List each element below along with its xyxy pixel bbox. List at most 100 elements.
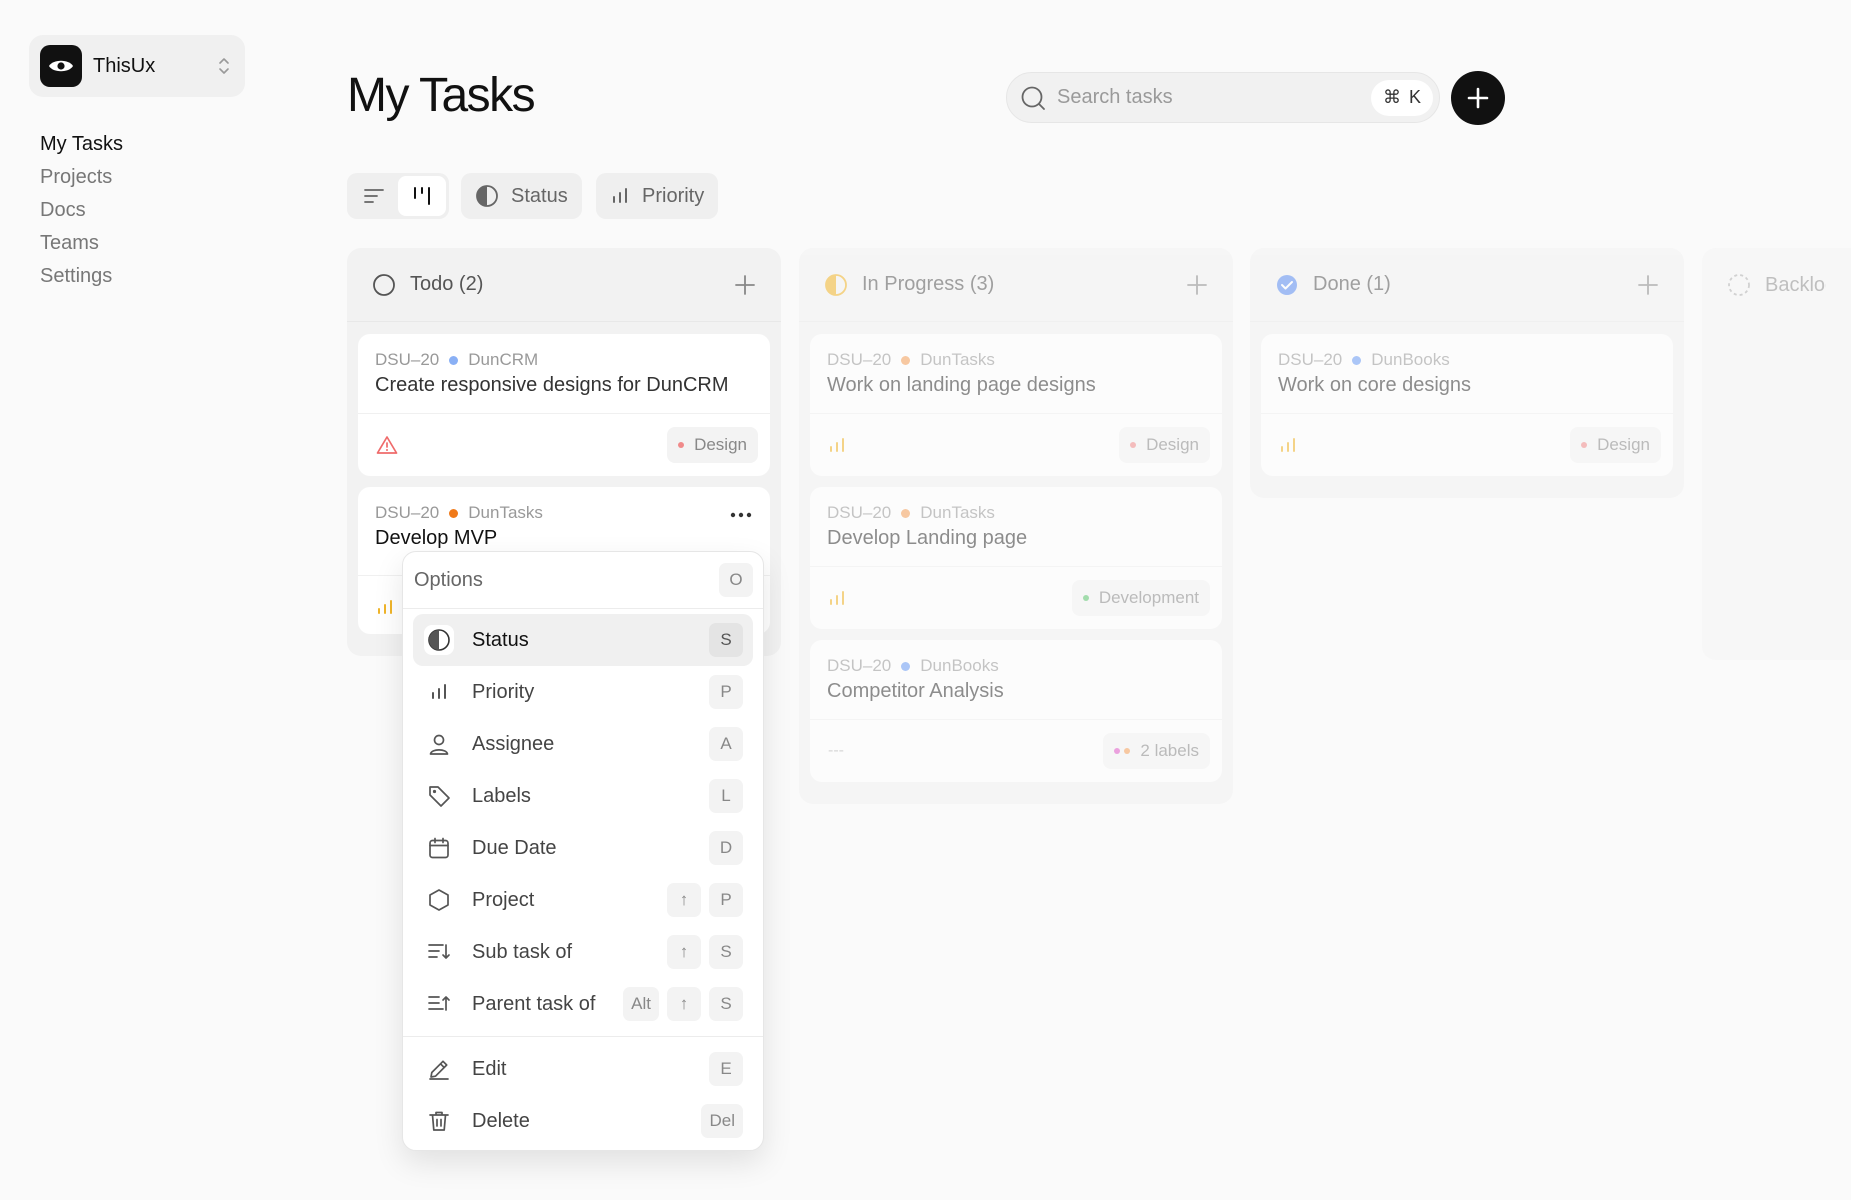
column-header: Todo (2): [347, 248, 781, 322]
task-title: Develop MVP: [375, 527, 498, 549]
label-text: 2 labels: [1140, 741, 1199, 760]
menu-item-label: Status: [472, 628, 529, 651]
column-title: Todo (2): [410, 273, 484, 295]
menu-item-status[interactable]: Status S: [413, 614, 753, 666]
shortcut-key: Del: [701, 1104, 743, 1138]
task-id: DSU–20: [375, 350, 440, 369]
task-card[interactable]: DSU–20 DunBooks Competitor Analysis --- …: [810, 640, 1222, 782]
sidebar-item-projects[interactable]: Projects: [40, 161, 123, 194]
menu-item-label: Project: [472, 888, 535, 911]
shortcut-key: K: [1408, 87, 1421, 107]
task-card[interactable]: DSU–20 DunCRM Create responsive designs …: [358, 334, 770, 476]
bars-icon: [613, 188, 627, 203]
workspace-switcher[interactable]: ThisUx: [29, 35, 245, 97]
project-name: DunTasks: [920, 350, 995, 369]
menu-item-label: Priority: [472, 680, 535, 703]
task-id: DSU–20: [827, 350, 892, 369]
task-id: DSU–20: [827, 656, 892, 675]
status-filter-button[interactable]: Status: [461, 173, 582, 219]
add-card-icon[interactable]: [1186, 274, 1208, 296]
task-id: DSU–20: [827, 503, 892, 522]
list-view-button[interactable]: [350, 176, 398, 216]
priority-filter-button[interactable]: Priority: [596, 173, 719, 219]
add-card-icon[interactable]: [1637, 274, 1659, 296]
shift-key: ↑: [667, 935, 701, 969]
no-priority: ---: [828, 742, 844, 759]
task-title: Competitor Analysis: [827, 680, 1004, 702]
menu-item-delete[interactable]: Delete Del: [413, 1095, 753, 1147]
label-tag[interactable]: Design: [1119, 427, 1210, 463]
task-card[interactable]: DSU–20 DunBooks Work on core designs Des…: [1261, 334, 1673, 476]
shortcut-key: O: [719, 563, 753, 597]
column-backlog: Backlog (0): [1702, 248, 1851, 660]
add-card-icon[interactable]: [734, 274, 756, 296]
label-tag[interactable]: Design: [1570, 427, 1661, 463]
project-name: DunBooks: [1371, 350, 1450, 369]
menu-divider: [403, 1036, 763, 1037]
options-title: Options: [414, 568, 483, 591]
menu-item-sub-task-of[interactable]: Sub task of ↑ S: [413, 926, 753, 978]
more-options-icon[interactable]: [730, 505, 752, 523]
column-in-progress: In Progress (3) DSU–20 DunTasks Work on …: [799, 248, 1233, 804]
column-header: In Progress (3): [799, 248, 1233, 322]
options-menu-header: Options O: [403, 552, 763, 609]
menu-item-labels[interactable]: Labels L: [413, 770, 753, 822]
column-title: Backlog (0): [1765, 273, 1826, 296]
task-title: Work on landing page designs: [827, 374, 1096, 396]
task-card[interactable]: DSU–20 DunTasks Develop Landing page Dev…: [810, 487, 1222, 629]
half-circle-icon: [476, 185, 498, 207]
shortcut-key: P: [709, 675, 743, 709]
project-dot: [1352, 355, 1362, 365]
label-text: Design: [1146, 435, 1199, 454]
menu-item-label: Due Date: [472, 836, 557, 859]
project-name: DunCRM: [468, 350, 539, 369]
column-title: In Progress (3): [862, 273, 995, 295]
add-task-button[interactable]: [1451, 71, 1505, 125]
label-tag[interactable]: Development: [1071, 580, 1210, 616]
search-icon: [1019, 84, 1047, 112]
plus-icon: [1467, 87, 1489, 109]
column-header: Done (1): [1250, 248, 1684, 322]
menu-item-parent-task-of[interactable]: Parent task of Alt ↑ S: [413, 978, 753, 1030]
search-bar[interactable]: ⌘ K: [1006, 72, 1440, 123]
label-text: Development: [1098, 588, 1199, 607]
shortcut-key: S: [709, 623, 743, 657]
project-name: DunTasks: [920, 503, 995, 522]
sidebar-item-my-tasks[interactable]: My Tasks: [40, 128, 123, 161]
shift-key: ↑: [667, 883, 701, 917]
shortcut-key: D: [709, 831, 743, 865]
label-text: Design: [694, 435, 747, 454]
label-tag[interactable]: 2 labels: [1103, 733, 1210, 769]
task-card[interactable]: DSU–20 DunTasks Work on landing page des…: [810, 334, 1222, 476]
warning-icon: [376, 436, 398, 454]
user-icon: [424, 729, 454, 759]
sidebar-nav: My Tasks Projects Docs Teams Settings: [40, 128, 123, 293]
shortcut-key: A: [709, 727, 743, 761]
label-tag[interactable]: Design: [667, 427, 758, 463]
shortcut-key: L: [709, 779, 743, 813]
priority-filter-label: Priority: [642, 184, 705, 207]
sidebar-item-teams[interactable]: Teams: [40, 227, 123, 260]
menu-item-due-date[interactable]: Due Date D: [413, 822, 753, 874]
menu-item-edit[interactable]: Edit E: [413, 1043, 753, 1095]
half-circle-icon: [424, 625, 454, 655]
project-dot: [449, 508, 459, 518]
shortcut-key: P: [709, 883, 743, 917]
calendar-icon: [424, 833, 454, 863]
menu-item-label: Parent task of: [472, 992, 596, 1015]
check-circle-icon: [1277, 274, 1297, 295]
board-view-button[interactable]: [398, 176, 446, 216]
priority-bars-icon: [378, 600, 392, 614]
menu-item-assignee[interactable]: Assignee A: [413, 718, 753, 770]
search-input[interactable]: [1057, 86, 1371, 109]
workspace-name: ThisUx: [93, 54, 156, 77]
bars-icon: [424, 677, 454, 707]
sidebar-item-docs[interactable]: Docs: [40, 194, 123, 227]
menu-item-priority[interactable]: Priority P: [413, 666, 753, 718]
menu-item-project[interactable]: Project ↑ P: [413, 874, 753, 926]
shortcut-key: E: [709, 1052, 743, 1086]
task-id: DSU–20: [375, 503, 440, 522]
task-id: DSU–20: [1278, 350, 1343, 369]
task-title: Create responsive designs for DunCRM: [375, 374, 729, 396]
sidebar-item-settings[interactable]: Settings: [40, 260, 123, 293]
